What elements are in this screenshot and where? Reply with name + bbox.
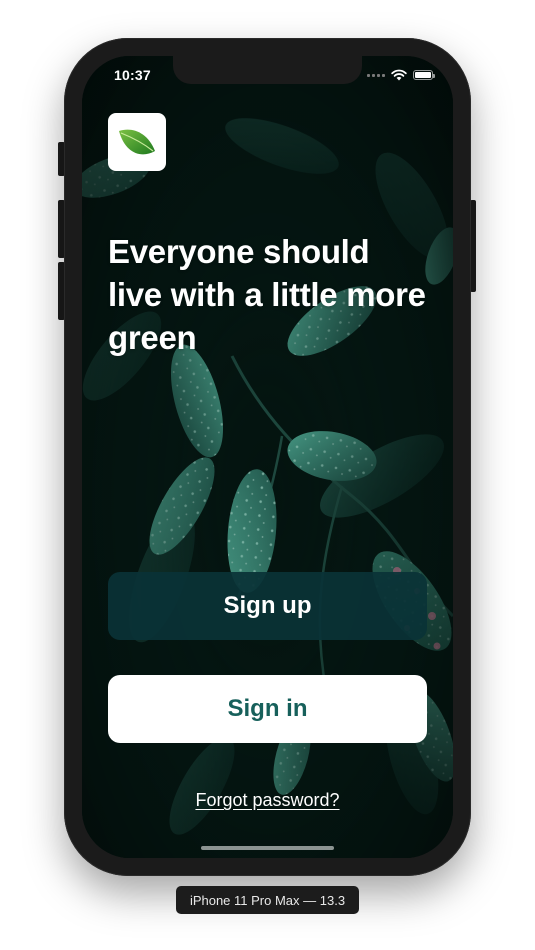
- battery-icon: [413, 70, 435, 80]
- device-screen: 10:37 Everyone should live with a little…: [82, 56, 453, 858]
- wifi-icon: [391, 69, 407, 81]
- signal-icon: [367, 73, 385, 77]
- forgot-password-link[interactable]: Forgot password?: [82, 790, 453, 811]
- simulator-device-label: iPhone 11 Pro Max — 13.3: [176, 886, 359, 914]
- sign-up-button[interactable]: Sign up: [108, 572, 427, 640]
- app-logo: [108, 113, 166, 171]
- device-notch: [173, 56, 362, 84]
- leaf-icon: [119, 129, 155, 155]
- headline: Everyone should live with a little more …: [108, 233, 426, 356]
- sign-in-button[interactable]: Sign in: [108, 675, 427, 743]
- simulator-stage: 10:37 Everyone should live with a little…: [0, 0, 535, 950]
- status-icons: [367, 69, 435, 81]
- home-indicator[interactable]: [201, 846, 334, 850]
- status-time: 10:37: [114, 67, 151, 83]
